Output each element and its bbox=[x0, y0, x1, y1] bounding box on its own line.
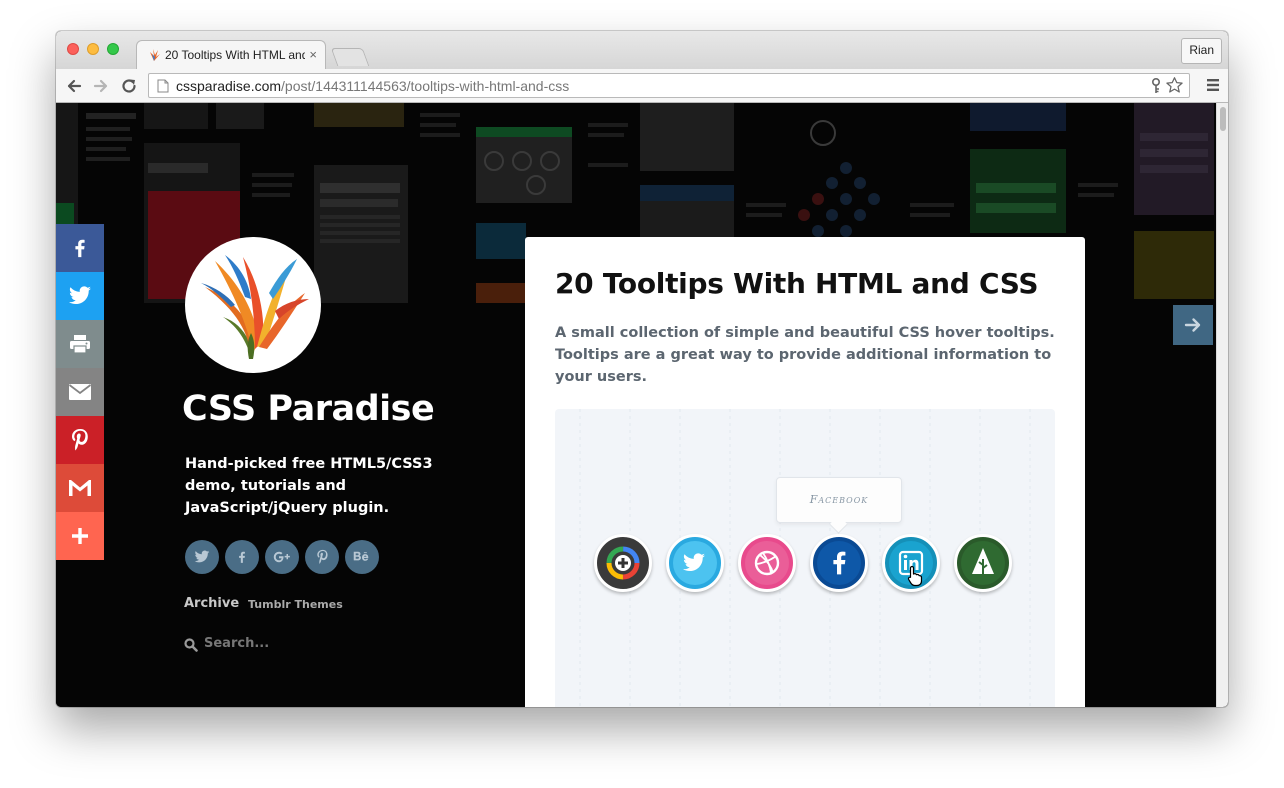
bird-of-paradise-logo-icon bbox=[201, 255, 309, 359]
gmail-icon bbox=[69, 480, 91, 496]
tab-close-icon[interactable]: × bbox=[309, 47, 317, 62]
search-placeholder: Search... bbox=[204, 636, 270, 651]
share-more-button[interactable] bbox=[56, 512, 104, 560]
blog-behance-link[interactable] bbox=[345, 540, 379, 574]
active-tab[interactable]: 20 Tooltips With HTML and CSS × bbox=[136, 40, 326, 69]
profile-button[interactable]: Rian bbox=[1181, 38, 1222, 64]
demo-preview-image[interactable]: Facebook bbox=[555, 409, 1055, 707]
browser-toolbar: cssparadise.com/post/144311144563/toolti… bbox=[56, 69, 1228, 103]
bookmark-star-icon[interactable] bbox=[1165, 76, 1184, 95]
dribbble-icon bbox=[745, 541, 789, 585]
key-icon[interactable] bbox=[1150, 78, 1162, 94]
tab-title: 20 Tooltips With HTML and CSS bbox=[165, 48, 305, 62]
blog-title[interactable]: CSS Paradise bbox=[182, 389, 435, 429]
browser-window: 20 Tooltips With HTML and CSS × Rian css… bbox=[56, 31, 1228, 707]
post-card: 20 Tooltips With HTML and CSS A small co… bbox=[525, 237, 1085, 707]
post-description: A small collection of simple and beautif… bbox=[555, 325, 1055, 385]
demo-tooltip-label: Facebook bbox=[809, 493, 869, 506]
nav-tumblr-themes-link[interactable]: Tumblr Themes bbox=[248, 598, 343, 611]
share-email-button[interactable] bbox=[56, 368, 104, 416]
behance-icon bbox=[353, 551, 369, 561]
back-arrow-icon[interactable] bbox=[64, 76, 84, 96]
blog-tagline: Hand-picked free HTML5/CSS3 demo, tutori… bbox=[185, 456, 433, 516]
demo-facebook-icon[interactable] bbox=[810, 534, 868, 592]
share-gmail-button[interactable] bbox=[56, 464, 104, 512]
blog-avatar[interactable] bbox=[185, 237, 321, 373]
search-icon bbox=[184, 638, 198, 652]
menu-icon[interactable] bbox=[1206, 78, 1220, 92]
google-plus-icon bbox=[606, 546, 640, 580]
site-favicon-icon bbox=[150, 49, 160, 61]
url-text: cssparadise.com/post/144311144563/toolti… bbox=[176, 78, 570, 94]
zoom-window-button[interactable] bbox=[107, 43, 119, 55]
print-icon bbox=[70, 335, 90, 354]
share-pinterest-button[interactable] bbox=[56, 416, 104, 464]
demo-twitter-icon[interactable] bbox=[666, 534, 724, 592]
forrst-icon bbox=[961, 541, 1005, 585]
twitter-icon bbox=[69, 286, 91, 305]
post-title[interactable]: 20 Tooltips With HTML and CSS bbox=[555, 267, 1039, 300]
facebook-icon bbox=[817, 541, 861, 585]
search-field[interactable]: Search... bbox=[184, 635, 384, 655]
share-twitter-button[interactable] bbox=[56, 272, 104, 320]
close-window-button[interactable] bbox=[67, 43, 79, 55]
hand-cursor-icon bbox=[907, 565, 923, 587]
new-tab-button[interactable] bbox=[330, 48, 370, 66]
nav-archive-link[interactable]: Archive bbox=[184, 596, 239, 611]
facebook-icon bbox=[75, 239, 85, 258]
title-bar: 20 Tooltips With HTML and CSS × Rian bbox=[56, 31, 1228, 69]
demo-linkedin-icon[interactable] bbox=[882, 534, 940, 592]
demo-dribbble-icon[interactable] bbox=[738, 534, 796, 592]
reload-icon[interactable] bbox=[119, 76, 139, 96]
blog-facebook-link[interactable] bbox=[225, 540, 259, 574]
page-icon bbox=[157, 79, 169, 93]
blog-google-plus-link[interactable] bbox=[265, 540, 299, 574]
forward-arrow-icon[interactable] bbox=[91, 76, 111, 96]
pinterest-icon bbox=[316, 549, 328, 564]
address-bar[interactable]: cssparadise.com/post/144311144563/toolti… bbox=[148, 73, 1190, 98]
blog-pinterest-link[interactable] bbox=[305, 540, 339, 574]
arrow-right-icon bbox=[1184, 318, 1201, 332]
demo-tooltip: Facebook bbox=[776, 477, 902, 534]
demo-forrst-icon[interactable] bbox=[954, 534, 1012, 592]
share-print-button[interactable] bbox=[56, 320, 104, 368]
next-post-button[interactable] bbox=[1173, 305, 1213, 345]
share-facebook-button[interactable] bbox=[56, 224, 104, 272]
facebook-icon bbox=[239, 551, 245, 563]
email-icon bbox=[68, 384, 92, 400]
minimize-window-button[interactable] bbox=[87, 43, 99, 55]
twitter-icon bbox=[673, 541, 717, 585]
web-page: CSS Paradise Hand-picked free HTML5/CSS3… bbox=[56, 103, 1228, 707]
google-plus-icon bbox=[273, 551, 290, 563]
blog-twitter-link[interactable] bbox=[185, 540, 219, 574]
twitter-icon bbox=[194, 550, 210, 563]
pinterest-icon bbox=[72, 429, 88, 451]
scrollbar-thumb[interactable] bbox=[1220, 107, 1226, 131]
page-scrollbar[interactable] bbox=[1216, 103, 1228, 707]
demo-google-plus-icon[interactable] bbox=[594, 534, 652, 592]
plus-icon bbox=[72, 528, 88, 544]
